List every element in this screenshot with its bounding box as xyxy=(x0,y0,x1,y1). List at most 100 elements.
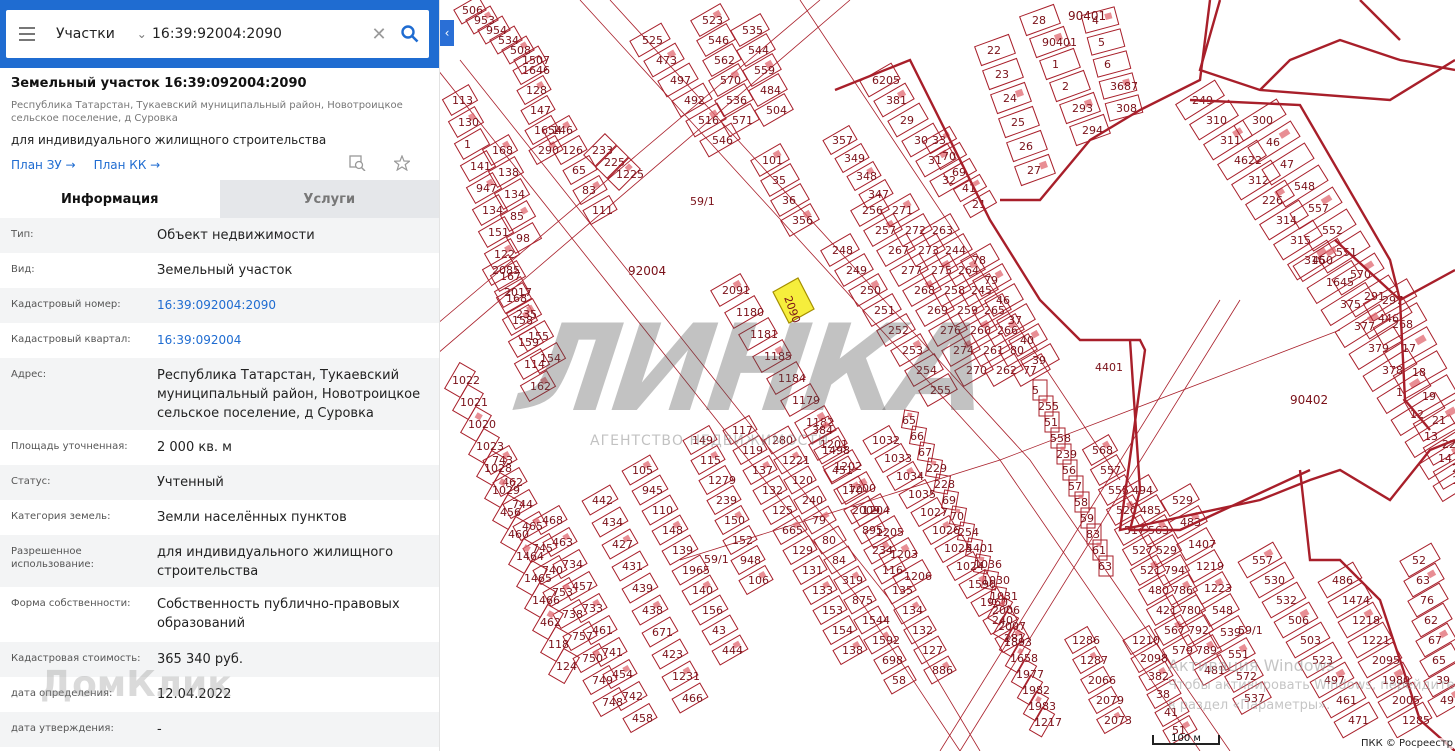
close-icon[interactable]: ✕ xyxy=(367,24,391,45)
tab-information[interactable]: Информация xyxy=(0,180,220,218)
parcel-label: 2006 xyxy=(992,604,1020,617)
parcel-label: 24 xyxy=(1003,92,1017,105)
parcel-label: 1028 xyxy=(484,462,512,475)
parcel-label: 552 xyxy=(1322,224,1343,237)
parcel-label: 948 xyxy=(740,554,761,567)
parcel-label: 529 xyxy=(1156,544,1177,557)
info-row: Форма собственности: Собственность публич… xyxy=(0,587,439,642)
parcel-label: 310 xyxy=(1206,114,1227,127)
parcel-label: 126 xyxy=(562,144,583,157)
parcel-label: 29 xyxy=(900,114,914,127)
parcel-label: 742 xyxy=(622,690,643,703)
parcel-label: 156 xyxy=(702,604,723,617)
block-label-59-1-c: 59/1 xyxy=(1238,624,1263,637)
parcel-label: 255 xyxy=(1038,400,1059,413)
info-row-label: Тип: xyxy=(11,229,34,240)
info-tabs: Информация Услуги xyxy=(0,180,439,218)
plot-links: План ЗУ → План КК → xyxy=(11,154,428,174)
parcel-label: 945 xyxy=(642,484,663,497)
parcel-label: 786 xyxy=(1172,584,1193,597)
plan-zu-link[interactable]: План ЗУ → xyxy=(11,158,76,172)
parcel-label: 239 xyxy=(1056,448,1077,461)
info-row-link[interactable]: 16:39:092004:2090 xyxy=(157,288,428,323)
parcel-label: 228 xyxy=(934,478,955,491)
parcel-label: 1023 xyxy=(476,440,504,453)
parcel-label: 138 xyxy=(498,166,519,179)
parcel-label: 1592 xyxy=(872,634,900,647)
chevron-left-icon: ‹ xyxy=(444,26,450,40)
parcel-label: 23 xyxy=(995,68,1009,81)
parcel-label: 463 xyxy=(552,536,573,549)
parcel-label: 382 xyxy=(1148,670,1169,683)
parcel-label: 5 xyxy=(1032,384,1039,397)
parcel-label: 127 xyxy=(922,644,943,657)
activation-text: Чтобы активировать Windows, перейдите в … xyxy=(1168,678,1455,713)
tab-services[interactable]: Услуги xyxy=(219,180,439,218)
parcel-label: 239 xyxy=(716,494,737,507)
parcel[interactable] xyxy=(453,128,491,160)
parcel-label: 2079 xyxy=(1096,694,1124,707)
parcel-label: 794 xyxy=(1164,564,1185,577)
parcel-label: 434 xyxy=(602,516,623,529)
info-row: Статус: Учтенный xyxy=(0,465,439,500)
parcel-label: 1658 xyxy=(1010,652,1038,665)
parcel[interactable] xyxy=(1092,50,1132,78)
parcel-label: 347 xyxy=(868,188,889,201)
parcel[interactable] xyxy=(1086,28,1126,56)
collapse-sidebar-button[interactable]: ‹ xyxy=(440,20,454,46)
parcel-label: 85 xyxy=(510,210,524,223)
info-row: Разрешенное использование: для индивидуал… xyxy=(0,535,439,587)
zoom-to-icon[interactable] xyxy=(349,155,366,174)
parcel-label: 1025 xyxy=(944,542,972,555)
parcel-label: 267 xyxy=(888,244,909,257)
parcel-label: 461 xyxy=(592,624,613,637)
parcel-label: 141 xyxy=(470,160,491,173)
map-copyright: ПКК © Росреестр xyxy=(1360,738,1453,749)
parcel-label: 131 xyxy=(802,564,823,577)
parcel-label: 559 xyxy=(754,64,775,77)
info-row-value: Учтенный xyxy=(157,475,224,490)
info-row: Вид: Земельный участок xyxy=(0,253,439,288)
parcel-label: 154 xyxy=(832,624,853,637)
parcel-label: 134 xyxy=(902,604,923,617)
parcel-label: 1225 xyxy=(616,168,644,181)
parcel-label: 1474 xyxy=(1342,594,1370,607)
plan-kk-link[interactable]: План КК → xyxy=(94,158,161,172)
parcel-label: 139 xyxy=(672,544,693,557)
parcel-label: 168 xyxy=(492,144,513,157)
parcel-label: 523 xyxy=(702,14,723,27)
parcel-label: 1 xyxy=(1396,386,1403,399)
parcel-label: 1221 xyxy=(782,454,810,467)
parcel-label: 1279 xyxy=(708,474,736,487)
parcel-label: 516 xyxy=(698,114,719,127)
search-type-select[interactable]: Участки ⌄ xyxy=(48,26,148,42)
cadastral-map[interactable]: 2091 1180 1181 1185 1184 1179 1182 1201 1202 1200… xyxy=(440,0,1455,751)
parcel-label: 61 xyxy=(1092,544,1106,557)
domclick-watermark: ДомКлик xyxy=(40,664,232,705)
plot-use: для индивидуального жилищного строительс… xyxy=(11,133,327,147)
parcel-label: 134 xyxy=(504,188,525,201)
parcel-label: 6205 xyxy=(872,74,900,87)
parcel-label: 2091 xyxy=(722,284,750,297)
parcel[interactable] xyxy=(1049,69,1091,103)
parcel-label: 1022 xyxy=(452,374,480,387)
block-label-90402: 90402 xyxy=(1290,393,1328,407)
parcel-label: 132 xyxy=(762,484,783,497)
info-row-link[interactable]: 16:39:092004 xyxy=(157,323,428,358)
parcel-label: 57 xyxy=(1068,480,1082,493)
parcel-label: 257 xyxy=(875,224,896,237)
parcel-label: 530 xyxy=(1264,574,1285,587)
parcel-label: 58 xyxy=(892,674,906,687)
parcel-label: 1210 xyxy=(1132,634,1160,647)
hamburger-menu-icon[interactable] xyxy=(6,27,48,41)
parcel-label: 734 xyxy=(562,558,583,571)
info-row-value: Земельный участок xyxy=(157,263,293,278)
star-icon[interactable] xyxy=(392,154,412,174)
info-row-value: Республика Татарстан, Тукаевский муницип… xyxy=(157,368,421,421)
search-icon[interactable] xyxy=(391,25,429,43)
parcel-label: 2017 xyxy=(504,286,532,299)
parcel[interactable] xyxy=(1039,47,1081,81)
block-label-90401: 90401 xyxy=(1068,9,1106,23)
search-input[interactable] xyxy=(148,26,367,42)
parcel-label: 124 xyxy=(556,660,577,673)
